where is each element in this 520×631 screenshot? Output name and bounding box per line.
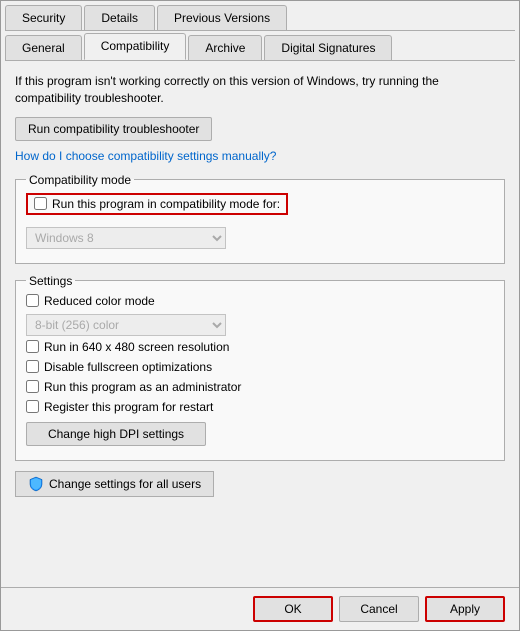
compat-mode-label: Run this program in compatibility mode f… [52,197,280,211]
how-to-link[interactable]: How do I choose compatibility settings m… [15,149,276,163]
run-troubleshooter-button[interactable]: Run compatibility troubleshooter [15,117,212,141]
tabs-container: Security Details Previous Versions Gener… [1,1,519,61]
description-text: If this program isn't working correctly … [15,73,505,107]
register-restart-checkbox[interactable] [26,400,39,413]
settings-legend: Settings [26,274,75,288]
ok-button[interactable]: OK [253,596,333,622]
color-depth-select[interactable]: 8-bit (256) color 16-bit color [26,314,226,336]
reduced-color-label: Reduced color mode [44,294,155,308]
apply-button[interactable]: Apply [425,596,505,622]
tab-compatibility[interactable]: Compatibility [84,33,187,60]
disable-fullscreen-checkbox[interactable] [26,360,39,373]
tab-row-1: Security Details Previous Versions [5,1,515,31]
640x480-row: Run in 640 x 480 screen resolution [26,340,494,354]
compat-os-select[interactable]: Windows 8 Windows 7 Windows Vista (SP2) … [26,227,226,249]
tab-general[interactable]: General [5,35,82,60]
run-as-admin-row: Run this program as an administrator [26,380,494,394]
cancel-button[interactable]: Cancel [339,596,419,622]
compat-checkbox-highlighted: Run this program in compatibility mode f… [26,193,288,215]
compat-mode-legend: Compatibility mode [26,173,134,187]
change-all-users-btn[interactable]: Change settings for all users [15,471,214,497]
settings-fieldset: Settings Reduced color mode 8-bit (256) … [15,274,505,461]
640x480-checkbox[interactable] [26,340,39,353]
register-restart-row: Register this program for restart [26,400,494,414]
disable-fullscreen-row: Disable fullscreen optimizations [26,360,494,374]
bottom-buttons-bar: OK Cancel Apply [1,587,519,630]
reduced-color-checkbox[interactable] [26,294,39,307]
tab-digital-signatures[interactable]: Digital Signatures [264,35,392,60]
dialog: Security Details Previous Versions Gener… [0,0,520,631]
640x480-label: Run in 640 x 480 screen resolution [44,340,229,354]
tab-security[interactable]: Security [5,5,82,30]
change-dpi-button[interactable]: Change high DPI settings [26,422,206,446]
shield-icon [28,476,44,492]
disable-fullscreen-label: Disable fullscreen optimizations [44,360,212,374]
bottom-right-buttons: OK Cancel Apply [253,596,505,622]
compat-os-select-row: Windows 8 Windows 7 Windows Vista (SP2) … [26,227,494,249]
tab-details[interactable]: Details [84,5,155,30]
tab-archive[interactable]: Archive [188,35,262,60]
content-area: If this program isn't working correctly … [1,61,519,587]
register-restart-label: Register this program for restart [44,400,213,414]
change-all-users-label: Change settings for all users [49,477,201,491]
tab-row-2: General Compatibility Archive Digital Si… [5,31,515,61]
run-as-admin-checkbox[interactable] [26,380,39,393]
color-select-row: 8-bit (256) color 16-bit color [26,314,494,336]
reduced-color-row: Reduced color mode [26,294,494,308]
tab-previous-versions[interactable]: Previous Versions [157,5,287,30]
compat-mode-checkbox[interactable] [34,197,47,210]
troubleshooter-btn-area: Run compatibility troubleshooter [15,117,505,141]
compat-mode-fieldset: Compatibility mode Run this program in c… [15,173,505,264]
run-as-admin-label: Run this program as an administrator [44,380,241,394]
